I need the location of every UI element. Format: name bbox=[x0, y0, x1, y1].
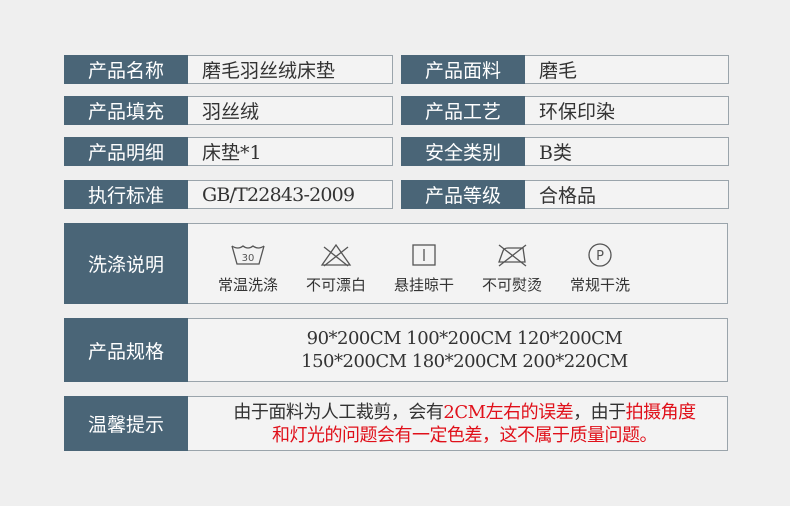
info-row-standard: 执行标准 GB/T22843-2009 bbox=[64, 180, 393, 209]
svg-text:P: P bbox=[596, 249, 604, 264]
info-row-name: 产品名称 磨毛羽丝绒床垫 bbox=[64, 55, 393, 84]
label-fabric: 产品面料 bbox=[401, 55, 525, 84]
value-product-name: 磨毛羽丝绒床垫 bbox=[188, 55, 393, 84]
value-filling: 羽丝绒 bbox=[188, 96, 393, 125]
care-label-iron: 不可熨烫 bbox=[481, 276, 542, 294]
care-item-wash: 30 常温洗涤 bbox=[204, 242, 292, 295]
spec-values: 90*200CM 100*200CM 120*200CM 150*200CM 1… bbox=[188, 318, 728, 382]
tips-row: 温馨提示 由于面料为人工裁剪，会有2CM左右的误差，由于拍摄角度 和灯光的问题会… bbox=[64, 396, 728, 451]
label-standard: 执行标准 bbox=[64, 180, 188, 209]
no-bleach-icon bbox=[320, 243, 352, 267]
hang-dry-icon bbox=[412, 244, 436, 266]
value-process: 环保印染 bbox=[525, 96, 729, 125]
label-tips: 温馨提示 bbox=[64, 396, 188, 451]
value-detail: 床垫*1 bbox=[188, 137, 393, 166]
value-standard: GB/T22843-2009 bbox=[188, 180, 393, 209]
care-item-bleach: 不可漂白 bbox=[292, 242, 380, 295]
care-item-dryclean: P 常规干洗 bbox=[556, 242, 644, 295]
dry-clean-icon: P bbox=[588, 243, 612, 267]
care-item-iron: 不可熨烫 bbox=[468, 242, 556, 295]
svg-text:30: 30 bbox=[242, 253, 255, 264]
no-iron-icon bbox=[498, 244, 527, 267]
info-row-process: 产品工艺 环保印染 bbox=[401, 96, 729, 125]
tips-text: 由于面料为人工裁剪，会有2CM左右的误差，由于拍摄角度 和灯光的问题会有一定色差… bbox=[188, 396, 728, 451]
care-icons: 30 常温洗涤 不可漂白 悬挂晾干 不可熨烫 P 常规干洗 bbox=[188, 223, 728, 304]
wash-30-icon: 30 bbox=[231, 245, 265, 265]
spec-line-2: 150*200CM 180*200CM 200*220CM bbox=[301, 351, 628, 372]
value-safety: B类 bbox=[525, 137, 729, 166]
care-item-hang: 悬挂晾干 bbox=[380, 242, 468, 295]
tips-line-1: 由于面料为人工裁剪，会有2CM左右的误差，由于拍摄角度 bbox=[233, 401, 696, 423]
label-detail: 产品明细 bbox=[64, 137, 188, 166]
label-process: 产品工艺 bbox=[401, 96, 525, 125]
value-fabric: 磨毛 bbox=[525, 55, 729, 84]
care-label-hang: 悬挂晾干 bbox=[393, 276, 454, 294]
info-row-fabric: 产品面料 磨毛 bbox=[401, 55, 729, 84]
spec-row: 产品规格 90*200CM 100*200CM 120*200CM 150*20… bbox=[64, 318, 728, 382]
care-label-wash: 常温洗涤 bbox=[217, 276, 278, 294]
label-filling: 产品填充 bbox=[64, 96, 188, 125]
label-product-name: 产品名称 bbox=[64, 55, 188, 84]
tips-line-2: 和灯光的问题会有一定色差，这不属于质量问题。 bbox=[272, 424, 658, 446]
spec-line-1: 90*200CM 100*200CM 120*200CM bbox=[306, 328, 623, 349]
info-row-filling: 产品填充 羽丝绒 bbox=[64, 96, 393, 125]
value-grade: 合格品 bbox=[525, 180, 729, 209]
info-row-detail: 产品明细 床垫*1 bbox=[64, 137, 393, 166]
label-grade: 产品等级 bbox=[401, 180, 525, 209]
label-safety: 安全类别 bbox=[401, 137, 525, 166]
care-label-bleach: 不可漂白 bbox=[305, 276, 366, 294]
label-care: 洗涤说明 bbox=[64, 223, 188, 304]
info-row-grade: 产品等级 合格品 bbox=[401, 180, 729, 209]
care-label-dryclean: 常规干洗 bbox=[569, 276, 630, 294]
label-spec: 产品规格 bbox=[64, 318, 188, 382]
info-row-safety: 安全类别 B类 bbox=[401, 137, 729, 166]
care-row: 洗涤说明 30 常温洗涤 不可漂白 悬挂晾干 不可熨烫 P 常规干洗 bbox=[64, 223, 728, 304]
